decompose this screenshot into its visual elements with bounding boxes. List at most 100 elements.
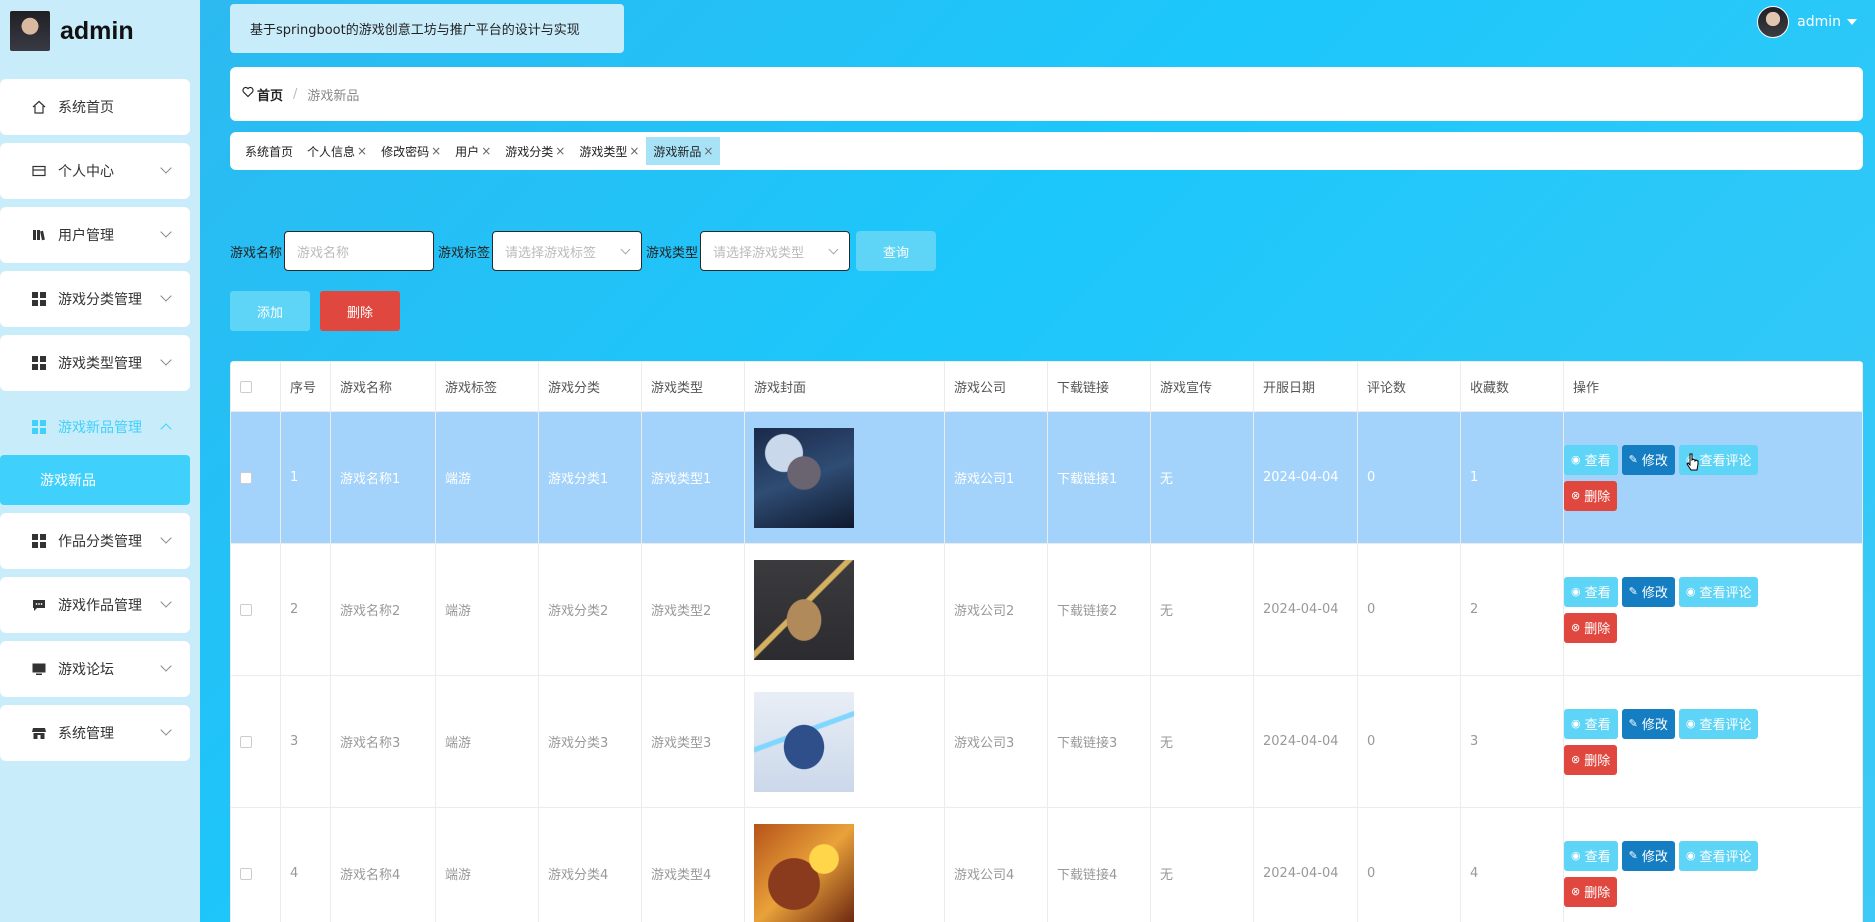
close-icon[interactable]: ×: [555, 144, 565, 158]
search-form: 游戏名称 游戏名称 游戏标签 请选择游戏标签 游戏类型 请选择游戏类型 查询: [230, 231, 937, 271]
monitor-icon: [30, 660, 48, 678]
game-cover-image[interactable]: [754, 559, 854, 660]
sidebar-item-game-type[interactable]: 游戏类型管理: [0, 335, 190, 391]
column-header: 评论数: [1357, 361, 1461, 412]
edit-button[interactable]: ✎ 修改: [1621, 708, 1675, 739]
row-select-cell: [230, 411, 281, 544]
view-comments-button[interactable]: ◉查看评论: [1678, 576, 1759, 607]
view-comments-button[interactable]: ◉查看评论: [1678, 708, 1759, 739]
view-button[interactable]: ◉ 查看: [1564, 576, 1618, 607]
select-all-checkbox[interactable]: [240, 380, 252, 393]
button-label: 查看评论: [1699, 718, 1752, 733]
row-select-cell: [230, 807, 281, 922]
close-icon[interactable]: ×: [481, 144, 491, 158]
delete-button[interactable]: ⊗ 删除: [1564, 612, 1618, 643]
table-row[interactable]: 1 游戏名称1 端游 游戏分类1 游戏类型1 游戏公司1 下载链接1 无 202…: [230, 411, 1863, 544]
close-icon[interactable]: ×: [431, 144, 441, 158]
edit-button[interactable]: ✎ 修改: [1621, 576, 1675, 607]
chevron-down-icon: [160, 290, 172, 302]
game-type-select[interactable]: 请选择游戏类型: [700, 231, 851, 271]
select-all-cell: [230, 361, 281, 412]
sidebar-item-label: 游戏分类管理: [58, 292, 142, 308]
tab-personal-info[interactable]: 个人信息 ×: [300, 137, 374, 165]
chevron-up-icon: [160, 423, 172, 435]
column-header: 游戏公司: [944, 361, 1048, 412]
view-button[interactable]: ◉ 查看: [1564, 840, 1618, 871]
delete-button[interactable]: ⊗ 删除: [1564, 744, 1618, 775]
game-tag-select[interactable]: 请选择游戏标签: [492, 231, 643, 271]
sidebar-item-users[interactable]: 用户管理: [0, 207, 190, 263]
query-button[interactable]: 查询: [856, 231, 937, 271]
grid-icon: [30, 290, 48, 308]
sidebar-item-home[interactable]: 系统首页: [0, 79, 190, 135]
edit-button[interactable]: ✎ 修改: [1621, 444, 1675, 475]
cell-comments: 0: [1357, 675, 1461, 808]
game-name-input[interactable]: 游戏名称: [284, 231, 435, 271]
cell-date: 2024-04-04: [1253, 543, 1358, 676]
sidebar-item-system[interactable]: 系统管理: [0, 705, 190, 761]
cell-no: 2: [280, 543, 331, 676]
cell-favs: 4: [1460, 807, 1564, 922]
tab-game-type[interactable]: 游戏类型 ×: [572, 137, 646, 165]
button-label: 查看评论: [1699, 454, 1752, 469]
button-label: 修改: [1641, 454, 1668, 469]
close-icon[interactable]: ×: [703, 144, 713, 158]
edit-button[interactable]: ✎ 修改: [1621, 840, 1675, 871]
cell-cover: [744, 675, 945, 808]
button-label: 删除: [1584, 886, 1611, 901]
breadcrumb-home[interactable]: 首页: [257, 85, 283, 104]
cell-company: 游戏公司2: [944, 543, 1048, 676]
tab-new-games[interactable]: 游戏新品 ×: [646, 137, 721, 165]
row-checkbox[interactable]: [240, 735, 252, 748]
chevron-down-icon: [620, 244, 631, 255]
chevron-down-icon: [160, 596, 172, 608]
card-icon: [30, 162, 48, 180]
tab-users[interactable]: 用户 ×: [448, 137, 498, 165]
delete-button[interactable]: ⊗ 删除: [1564, 876, 1618, 907]
row-checkbox[interactable]: [240, 603, 252, 616]
row-checkbox[interactable]: [240, 471, 252, 484]
add-button[interactable]: 添加: [230, 291, 310, 331]
cell-category: 游戏分类2: [538, 543, 642, 676]
tab-label: 游戏类型: [579, 144, 628, 159]
close-circle-icon: ⊗: [1571, 621, 1581, 634]
batch-delete-button[interactable]: 删除: [320, 291, 400, 331]
sidebar-item-forum[interactable]: 游戏论坛: [0, 641, 190, 697]
pencil-icon: ✎: [1628, 585, 1638, 598]
tab-change-password[interactable]: 修改密码 ×: [374, 137, 448, 165]
button-label: 查看: [1584, 850, 1611, 865]
game-cover-image[interactable]: [754, 427, 854, 528]
table-row[interactable]: 2 游戏名称2 端游 游戏分类2 游戏类型2 游戏公司2 下载链接2 无 202…: [230, 543, 1863, 676]
cell-tag: 端游: [435, 675, 539, 808]
view-button[interactable]: ◉ 查看: [1564, 708, 1618, 739]
sidebar: admin 系统首页 个人中心 用户管理 游戏分类管理 游戏类型管理 游戏新品管…: [0, 0, 200, 922]
eye-icon: ◉: [1685, 717, 1696, 730]
view-comments-button[interactable]: ◉查看评论: [1678, 840, 1759, 871]
sidebar-item-new-games[interactable]: 游戏新品管理: [0, 399, 190, 455]
cell-type: 游戏类型2: [641, 543, 745, 676]
delete-button[interactable]: ⊗ 删除: [1564, 480, 1618, 511]
sidebar-item-label: 个人中心: [58, 164, 114, 180]
tab-home[interactable]: 系统首页: [238, 137, 300, 165]
game-type-label: 游戏类型: [646, 245, 699, 261]
user-menu[interactable]: admin: [1757, 6, 1857, 38]
cell-favs: 2: [1460, 543, 1564, 676]
tab-game-category[interactable]: 游戏分类 ×: [498, 137, 572, 165]
close-icon[interactable]: ×: [357, 144, 367, 158]
table-row[interactable]: 3 游戏名称3 端游 游戏分类3 游戏类型3 游戏公司3 下载链接3 无 202…: [230, 675, 1863, 808]
close-icon[interactable]: ×: [629, 144, 639, 158]
row-checkbox[interactable]: [240, 867, 252, 880]
button-label: 删除: [1584, 622, 1611, 637]
sidebar-item-game-works[interactable]: 游戏作品管理: [0, 577, 190, 633]
game-cover-image[interactable]: [754, 823, 854, 922]
cell-cover: [744, 411, 945, 544]
sidebar-item-game-category[interactable]: 游戏分类管理: [0, 271, 190, 327]
sidebar-subitem-new-games[interactable]: 游戏新品: [0, 455, 190, 505]
sidebar-item-personal[interactable]: 个人中心: [0, 143, 190, 199]
button-label: 查看: [1584, 454, 1611, 469]
table-row[interactable]: 4 游戏名称4 端游 游戏分类4 游戏类型4 游戏公司4 下载链接4 无 202…: [230, 807, 1863, 922]
game-cover-image[interactable]: [754, 691, 854, 792]
chevron-down-icon: [160, 354, 172, 366]
view-button[interactable]: ◉ 查看: [1564, 444, 1618, 475]
sidebar-item-work-category[interactable]: 作品分类管理: [0, 513, 190, 569]
